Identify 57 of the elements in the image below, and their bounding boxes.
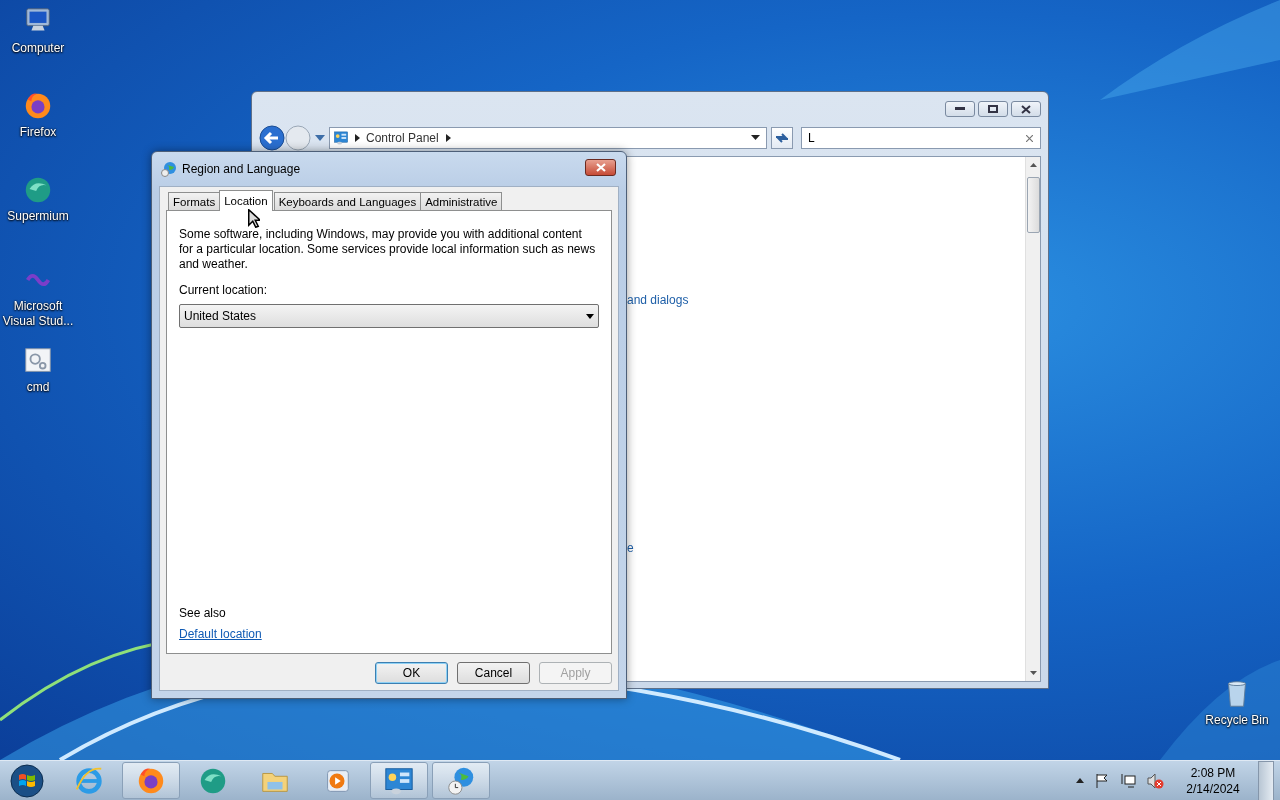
desktop-icon-label[interactable]: Firefox bbox=[19, 125, 57, 140]
taskbar-button[interactable] bbox=[432, 762, 490, 799]
field-label: Current location: bbox=[179, 283, 269, 297]
globe-icon bbox=[161, 161, 177, 177]
maximize-button[interactable] bbox=[978, 101, 1008, 117]
desktop-icon-label[interactable]: Recycle Bin bbox=[1205, 713, 1269, 728]
up-arrow-icon[interactable] bbox=[1076, 778, 1084, 783]
search-field[interactable]: L bbox=[801, 126, 1041, 149]
clock[interactable]: 2:08 PM 2/14/2024 bbox=[1182, 764, 1244, 797]
default-location-link[interactable]: Default location bbox=[179, 627, 262, 641]
back-button[interactable] bbox=[259, 124, 285, 151]
cursor-icon bbox=[248, 209, 260, 228]
close-icon bbox=[595, 162, 606, 172]
clock-date: 2/14/2024 bbox=[1186, 780, 1240, 797]
breadcrumb-item[interactable]: Control Panel bbox=[366, 130, 439, 145]
tab[interactable]: Formats bbox=[168, 192, 221, 210]
tab[interactable]: Location bbox=[219, 190, 273, 211]
desktop-icon-label[interactable]: Microsoft Visual Stud... bbox=[0, 299, 76, 329]
refresh-button[interactable] bbox=[771, 126, 793, 149]
tab[interactable]: Keyboards and Languages bbox=[273, 192, 422, 210]
address-bar[interactable]: Control Panel bbox=[329, 126, 767, 149]
dialog-button[interactable]: OK bbox=[375, 662, 448, 684]
link[interactable]: and dialogs bbox=[627, 293, 1025, 307]
orb-icon bbox=[10, 763, 44, 798]
scroll-down-arrow-icon[interactable] bbox=[1029, 671, 1037, 676]
tab[interactable]: Administrative bbox=[420, 192, 503, 210]
flag-icon[interactable] bbox=[1094, 772, 1110, 789]
scrollbar-thumb[interactable] bbox=[1026, 177, 1040, 233]
desktop-icon-label[interactable]: Computer bbox=[11, 41, 65, 56]
chevron-icon bbox=[355, 133, 360, 142]
close-icon bbox=[1021, 104, 1031, 114]
chevron-icon bbox=[446, 133, 452, 142]
minimize-icon bbox=[955, 107, 965, 111]
scroll-up-arrow-icon[interactable] bbox=[1029, 162, 1037, 167]
restore-icon bbox=[988, 105, 998, 113]
scrollbar[interactable] bbox=[1025, 157, 1040, 681]
minimize-button[interactable] bbox=[945, 101, 975, 117]
clear-icon[interactable] bbox=[1026, 134, 1033, 142]
link[interactable]: e bbox=[627, 541, 1025, 555]
location-dropdown[interactable]: United States bbox=[179, 304, 599, 328]
refresh-icon bbox=[775, 131, 789, 144]
dialog-title: Region and Language bbox=[182, 162, 302, 176]
dropdown-arrow-icon[interactable] bbox=[751, 134, 760, 141]
speaker-muted-icon[interactable] bbox=[1146, 772, 1164, 789]
close-button[interactable] bbox=[585, 158, 616, 176]
dialog-button[interactable]: Cancel bbox=[457, 662, 530, 684]
clock-time: 2:08 PM bbox=[1190, 764, 1236, 781]
network-icon[interactable] bbox=[1120, 772, 1136, 789]
section-label: See also bbox=[179, 606, 227, 620]
description-text: Some software, including Windows, may provide you with additional content for a particular location. Some services provide local information such as news and weather. bbox=[179, 227, 597, 272]
desktop-icon-label[interactable]: cmd bbox=[26, 380, 50, 395]
close-button[interactable] bbox=[1011, 101, 1041, 117]
taskbar-button[interactable] bbox=[370, 762, 428, 799]
taskbar-button[interactable] bbox=[122, 762, 180, 799]
panel-icon bbox=[333, 129, 349, 146]
dropdown-arrow-icon bbox=[586, 313, 594, 319]
desktop-icon-label[interactable]: Supermium bbox=[7, 209, 69, 224]
